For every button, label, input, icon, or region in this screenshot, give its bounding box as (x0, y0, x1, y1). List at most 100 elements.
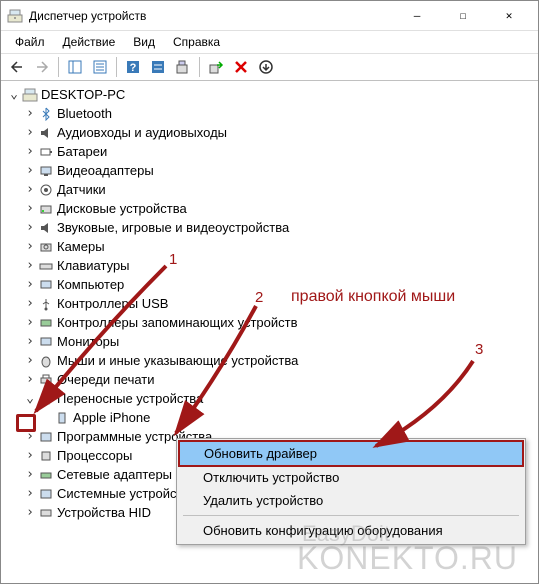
chevron-right-icon[interactable]: › (23, 199, 37, 218)
chevron-right-icon[interactable]: › (23, 275, 37, 294)
tree-item[interactable]: › Контроллеры запоминающих устройств (7, 313, 532, 332)
chevron-down-icon[interactable]: ⌄ (23, 389, 37, 408)
tree-item[interactable]: › Клавиатуры (7, 256, 532, 275)
display-adapter-icon (38, 163, 54, 179)
chevron-right-icon[interactable]: › (23, 427, 37, 446)
uninstall-icon[interactable] (229, 55, 253, 79)
printer-icon (38, 372, 54, 388)
tree-item[interactable]: › Звуковые, игровые и видеоустройства (7, 218, 532, 237)
sound-icon (38, 220, 54, 236)
tree-item[interactable]: ›Аудиовходы и аудиовыходы (7, 123, 532, 142)
system-device-icon (38, 486, 54, 502)
chevron-right-icon[interactable]: › (23, 332, 37, 351)
chevron-right-icon[interactable]: › (23, 484, 37, 503)
battery-icon (38, 144, 54, 160)
tree-label: Компьютер (57, 275, 124, 294)
chevron-right-icon[interactable]: › (23, 142, 37, 161)
tree-label: Датчики (57, 180, 106, 199)
tree-root[interactable]: ⌄ DESKTOP-PC (7, 85, 532, 104)
chevron-right-icon[interactable]: › (23, 180, 37, 199)
tree-item[interactable]: › Батареи (7, 142, 532, 161)
menu-action[interactable]: Действие (55, 33, 124, 51)
forward-button[interactable] (30, 55, 54, 79)
menu-file[interactable]: Файл (7, 33, 53, 51)
tree-item[interactable]: › Мониторы (7, 332, 532, 351)
device-manager-icon (7, 8, 23, 24)
tree-label: Устройства HID (57, 503, 151, 522)
tree-item-portable-devices[interactable]: ⌄ Переносные устройства (7, 389, 532, 408)
menu-help[interactable]: Справка (165, 33, 228, 51)
chevron-right-icon[interactable]: › (23, 256, 37, 275)
scan-hardware-icon[interactable] (171, 55, 195, 79)
tree-label: DESKTOP-PC (41, 85, 125, 104)
context-scan-hardware[interactable]: Обновить конфигурацию оборудования (179, 519, 523, 542)
refresh-icon[interactable] (146, 55, 170, 79)
tree-label: Мониторы (57, 332, 119, 351)
svg-text:?: ? (130, 62, 137, 74)
menu-view[interactable]: Вид (125, 33, 163, 51)
maximize-button[interactable]: ☐ (440, 1, 486, 31)
menubar: Файл Действие Вид Справка (1, 31, 538, 53)
tree-label: Контроллеры USB (57, 294, 168, 313)
tree-label: Клавиатуры (57, 256, 130, 275)
chevron-right-icon[interactable]: › (23, 370, 37, 389)
chevron-down-icon[interactable]: ⌄ (7, 85, 21, 104)
toolbar: ? (1, 53, 538, 81)
tree-label: Процессоры (57, 446, 132, 465)
chevron-right-icon[interactable]: › (23, 446, 37, 465)
chevron-right-icon[interactable]: › (23, 237, 37, 256)
annotation-3: 3 (475, 341, 483, 358)
chevron-right-icon[interactable]: › (23, 123, 37, 142)
toolbar-separator (58, 57, 59, 77)
chevron-right-icon[interactable]: › (23, 313, 37, 332)
tree-label: Переносные устройства (57, 389, 203, 408)
tree-item[interactable]: › Датчики (7, 180, 532, 199)
chevron-right-icon[interactable]: › (23, 294, 37, 313)
tree-label: Дисковые устройства (57, 199, 187, 218)
chevron-right-icon[interactable]: › (23, 503, 37, 522)
annotation-1: 1 (169, 251, 177, 268)
disable-icon[interactable] (254, 55, 278, 79)
tree-item[interactable]: ›Очереди печати (7, 370, 532, 389)
chevron-right-icon[interactable]: › (23, 218, 37, 237)
chevron-right-icon[interactable]: › (23, 465, 37, 484)
help-icon[interactable]: ? (121, 55, 145, 79)
chevron-right-icon[interactable]: › (23, 351, 37, 370)
phone-icon (54, 410, 70, 426)
show-hide-tree-button[interactable] (63, 55, 87, 79)
context-update-driver[interactable]: Обновить драйвер (178, 440, 524, 467)
tree-label: Контроллеры запоминающих устройств (57, 313, 297, 332)
close-button[interactable]: ✕ (486, 1, 532, 31)
tree-label: Сетевые адаптеры (57, 465, 172, 484)
tree-item[interactable]: › Видеоадаптеры (7, 161, 532, 180)
tree-label: Батареи (57, 142, 107, 161)
software-device-icon (38, 429, 54, 445)
sensor-icon (38, 182, 54, 198)
tree-item[interactable]: ›Bluetooth (7, 104, 532, 123)
tree-label: Видеоадаптеры (57, 161, 154, 180)
update-driver-icon[interactable] (204, 55, 228, 79)
minimize-button[interactable]: — (394, 1, 440, 31)
tree-label: Apple iPhone (73, 408, 150, 427)
storage-controller-icon (38, 315, 54, 331)
tree-item[interactable]: › Камеры (7, 237, 532, 256)
tree-item-apple-iphone[interactable]: Apple iPhone (7, 408, 532, 427)
disk-icon (38, 201, 54, 217)
context-menu: Обновить драйвер Отключить устройство Уд… (176, 438, 526, 545)
context-uninstall-device[interactable]: Удалить устройство (179, 489, 523, 512)
chevron-right-icon[interactable]: › (23, 104, 37, 123)
chevron-right-icon[interactable]: › (23, 161, 37, 180)
monitor-icon (38, 334, 54, 350)
mouse-icon (38, 353, 54, 369)
usb-icon (38, 296, 54, 312)
tree-item[interactable]: ›Мыши и иные указывающие устройства (7, 351, 532, 370)
context-disable-device[interactable]: Отключить устройство (179, 466, 523, 489)
properties-button[interactable] (88, 55, 112, 79)
tree-label: Камеры (57, 237, 105, 256)
annotation-right-click: правой кнопкой мыши (291, 288, 455, 306)
tree-item[interactable]: › Дисковые устройства (7, 199, 532, 218)
back-button[interactable] (5, 55, 29, 79)
window-title: Диспетчер устройств (29, 9, 394, 23)
tree-label: Звуковые, игровые и видеоустройства (57, 218, 289, 237)
network-icon (38, 467, 54, 483)
